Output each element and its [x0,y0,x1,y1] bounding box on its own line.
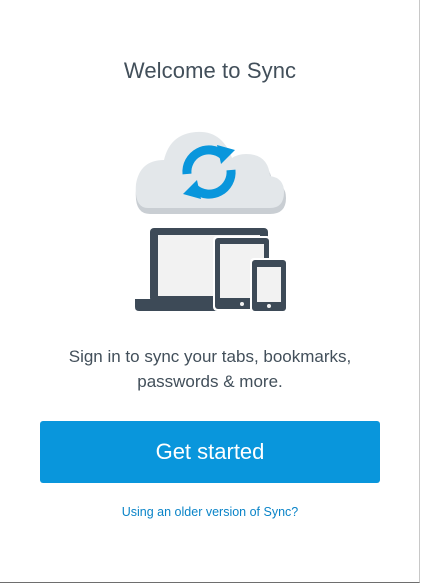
phone-icon [250,258,288,313]
page-title: Welcome to Sync [123,58,297,83]
sync-illustration [135,131,288,313]
sync-description-line2: passwords & more. [137,372,283,391]
older-version-link[interactable]: Using an older version of Sync? [0,505,420,519]
sync-cloud-icon [135,131,286,214]
sync-description: Sign in to sync your tabs, bookmarks, pa… [0,344,420,394]
sync-welcome-panel: Welcome to Sync Sign in to sync your tab… [0,0,420,583]
sync-description-line1: Sign in to sync your tabs, bookmarks, [68,347,352,366]
get-started-button[interactable]: Get started [40,421,380,483]
